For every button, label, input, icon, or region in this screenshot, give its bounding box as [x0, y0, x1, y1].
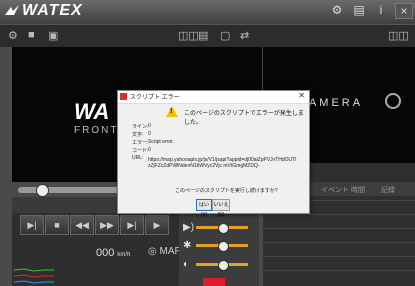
script-error-dialog: スクリプト エラー ✕ ! このページのスクリプトでエラーが発生しました。 ライ…: [117, 90, 310, 218]
field-key: 文字:: [132, 132, 144, 138]
field-value: 0: [148, 147, 151, 153]
seek-handle[interactable]: [36, 184, 49, 197]
no-button[interactable]: いいえ(N): [212, 199, 230, 218]
volume-slider-handle[interactable]: [218, 223, 229, 234]
speed-value: 000: [96, 247, 115, 259]
map-button[interactable]: ◎ MAP: [148, 246, 181, 257]
field-key: エラー:: [132, 140, 149, 146]
error-url: https://map.yahooapis.jp/js/V1/jsapi?app…: [148, 157, 297, 169]
view-single-icon[interactable]: ▢: [220, 29, 230, 42]
col-time[interactable]: 時間: [351, 185, 365, 195]
dialog-close-icon[interactable]: ✕: [298, 91, 305, 100]
app-logo: WATEX: [22, 2, 83, 19]
field-key: URL:: [132, 155, 144, 161]
yes-button[interactable]: はい(Y): [196, 199, 212, 218]
toolbar: ⚙ ■ ▣ ◫◫ ▤ ▢ ⇄ ◫◫: [0, 24, 415, 47]
dialog-message: このページのスクリプトでエラーが発生しました。: [184, 111, 304, 126]
view-dual-icon[interactable]: ◫◫: [178, 29, 199, 42]
dialog-question: このページのスクリプトを実行し続けますか?: [175, 188, 278, 194]
folder-icon[interactable]: ■: [28, 29, 35, 41]
speed-unit: km/h: [117, 252, 131, 258]
prev-file-button[interactable]: ▶|: [20, 215, 44, 235]
camera-icon[interactable]: ▣: [48, 29, 58, 42]
field-key: コード:: [132, 148, 149, 154]
speed-readout: 000 km/h: [96, 247, 130, 259]
info-icon[interactable]: i: [373, 3, 389, 19]
dialog-title-bar: スクリプト エラー ✕: [118, 91, 309, 104]
list-icon[interactable]: ▤: [351, 3, 367, 19]
next-file-button[interactable]: ▶: [145, 215, 169, 235]
brightness-icon: ✱: [183, 240, 192, 251]
rewind-button[interactable]: ◀◀: [70, 215, 94, 235]
front-brand-text: WA: [74, 99, 110, 124]
title-bar: WATEX ⚙ ▤ i ×: [0, 0, 415, 24]
warning-mark: !: [170, 108, 173, 115]
volume-icon: ▶): [183, 222, 195, 233]
settings-icon[interactable]: ⚙: [329, 3, 345, 19]
list-item[interactable]: [263, 270, 415, 281]
record-indicator-icon: [385, 93, 401, 109]
window-controls: ⚙ ▤ i ×: [329, 3, 413, 19]
dialog-title: スクリプト エラー: [130, 95, 180, 101]
g-sensor-graph: [14, 268, 54, 284]
field-value: Script error.: [148, 139, 174, 145]
play-button[interactable]: ▶▶: [95, 215, 119, 235]
brightness-slider-handle[interactable]: [218, 241, 229, 252]
col-mode[interactable]: 記録: [381, 185, 395, 195]
map-label: MAP: [159, 246, 182, 257]
forward-button[interactable]: ▶|: [120, 215, 144, 235]
record-marker: [203, 278, 225, 286]
contrast-icon: ◐: [183, 259, 190, 270]
logo-icon: [5, 5, 19, 15]
field-value: 0: [148, 123, 151, 129]
field-key: ライン:: [132, 124, 149, 130]
view-split-icon[interactable]: ▤: [198, 29, 208, 42]
list-item[interactable]: [263, 228, 415, 239]
list-item[interactable]: [263, 242, 415, 253]
map-icon: ◎: [148, 246, 157, 257]
contrast-slider-handle[interactable]: [218, 260, 229, 271]
gear-icon[interactable]: ⚙: [8, 29, 18, 42]
field-value: 0: [148, 131, 151, 137]
swap-icon[interactable]: ⇄: [240, 29, 249, 42]
app-icon: [120, 93, 127, 100]
col-event[interactable]: イベント: [321, 185, 349, 195]
list-item[interactable]: [263, 256, 415, 267]
close-button[interactable]: ×: [395, 3, 413, 19]
view-dual-right-icon[interactable]: ◫◫: [388, 29, 409, 42]
list-item[interactable]: [263, 214, 415, 225]
stop-button[interactable]: ■: [45, 215, 69, 235]
